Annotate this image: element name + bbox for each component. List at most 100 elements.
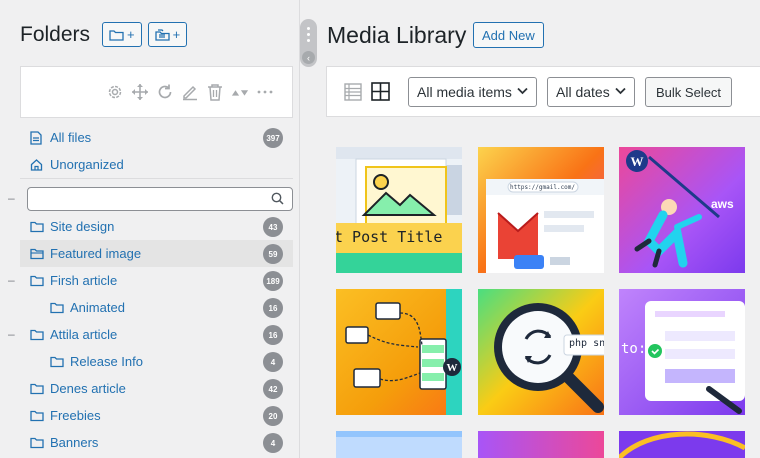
folder-icon bbox=[30, 274, 44, 288]
folder-firsh-article[interactable]: – Firsh article 189 bbox=[8, 267, 293, 294]
folder-animated[interactable]: Animated 16 bbox=[20, 294, 293, 321]
new-subfolder-button[interactable]: + bbox=[147, 22, 188, 47]
svg-text:W: W bbox=[447, 362, 458, 374]
folder-icon bbox=[109, 29, 124, 41]
count-badge: 42 bbox=[263, 379, 283, 399]
folder-label: Denes article bbox=[50, 381, 126, 396]
folder-icon bbox=[30, 382, 44, 396]
media-thumb-row3-1[interactable] bbox=[336, 431, 462, 458]
media-thumb-post-title[interactable]: t Post Title bbox=[336, 147, 462, 273]
collapse-toggle[interactable]: – bbox=[8, 328, 16, 340]
trash-icon[interactable] bbox=[206, 83, 224, 101]
count-badge: 397 bbox=[263, 128, 283, 148]
edit-icon[interactable] bbox=[181, 83, 199, 101]
media-thumb-gmail[interactable]: https://gmail.com/ bbox=[478, 147, 604, 273]
count-badge: 4 bbox=[263, 352, 283, 372]
folders-title: Folders bbox=[20, 22, 91, 46]
document-icon bbox=[30, 130, 44, 145]
folder-icon bbox=[30, 220, 44, 234]
grid-view-icon[interactable] bbox=[371, 82, 390, 106]
folder-label: Banners bbox=[50, 435, 99, 450]
folder-all-files[interactable]: All files 397 bbox=[20, 124, 293, 151]
folder-label: Featured image bbox=[50, 246, 142, 261]
list-view-icon[interactable] bbox=[344, 83, 362, 106]
count-badge: 59 bbox=[263, 244, 283, 264]
count-badge: 16 bbox=[263, 325, 283, 345]
new-folder-button[interactable]: + bbox=[102, 22, 142, 47]
svg-text:W: W bbox=[631, 154, 644, 169]
thumb-caption: t Post Title bbox=[336, 228, 443, 246]
home-icon bbox=[30, 158, 44, 172]
folder-site-design[interactable]: Site design 43 bbox=[20, 213, 293, 240]
folder-unorganized[interactable]: Unorganized bbox=[20, 151, 293, 178]
sort-icon[interactable] bbox=[231, 83, 249, 101]
folder-search-input[interactable] bbox=[27, 187, 293, 211]
media-thumb-row3-2[interactable] bbox=[478, 431, 604, 458]
media-date-select[interactable]: All dates bbox=[547, 77, 635, 107]
folder-denes-article[interactable]: Denes article 42 bbox=[20, 375, 293, 402]
folder-icon bbox=[50, 355, 64, 369]
handle-dot bbox=[307, 26, 310, 30]
media-thumb-form[interactable]: to: bbox=[619, 289, 745, 415]
media-thumb-aws[interactable]: W aws bbox=[619, 147, 745, 273]
collapse-toggle[interactable]: – bbox=[8, 191, 15, 205]
folder-freebies[interactable]: Freebies 20 bbox=[20, 402, 293, 429]
add-new-button[interactable]: Add New bbox=[473, 22, 544, 48]
search-icon[interactable] bbox=[271, 192, 284, 210]
media-thumb-row3-3[interactable] bbox=[619, 431, 745, 458]
handle-dot bbox=[307, 32, 310, 36]
folder-featured-image[interactable]: Featured image 59 bbox=[20, 240, 293, 267]
new-subfolder-plus: + bbox=[172, 27, 181, 42]
page-title: Media Library bbox=[327, 22, 467, 48]
folder-attila-article[interactable]: – Attila article 16 bbox=[8, 321, 293, 348]
thumb-image: W bbox=[336, 289, 462, 415]
folder-label: Attila article bbox=[50, 327, 118, 342]
bulk-select-button[interactable]: Bulk Select bbox=[645, 77, 733, 107]
folder-toolbar bbox=[20, 66, 293, 118]
media-filter-bar: All media items All dates Bulk Select bbox=[326, 66, 760, 117]
folder-label: Release Info bbox=[70, 354, 143, 369]
folder-icon bbox=[30, 409, 44, 423]
count-badge: 16 bbox=[263, 298, 283, 318]
folder-label: Site design bbox=[50, 219, 115, 234]
count-badge: 20 bbox=[263, 406, 283, 426]
media-type-select[interactable]: All media items bbox=[408, 77, 537, 107]
panel-resize-handle[interactable]: ‹ bbox=[300, 19, 317, 67]
handle-dot bbox=[307, 38, 310, 42]
thumb-url: https://gmail.com/ bbox=[510, 184, 576, 191]
folder-icon bbox=[30, 328, 44, 342]
folders-header: Folders + + bbox=[20, 22, 193, 47]
folder-icon bbox=[50, 301, 64, 315]
refresh-icon[interactable] bbox=[156, 83, 174, 101]
count-badge: 4 bbox=[263, 433, 283, 453]
folder-release-info[interactable]: Release Info 4 bbox=[20, 348, 293, 375]
media-thumb-workflow[interactable]: W bbox=[336, 289, 462, 415]
gear-icon[interactable] bbox=[106, 83, 124, 101]
media-date-value: All dates bbox=[556, 84, 610, 100]
media-thumb-php[interactable]: php sn bbox=[478, 289, 604, 415]
thumb-image bbox=[336, 147, 462, 273]
tree-divider bbox=[20, 178, 293, 179]
thumb-aws-label: aws bbox=[711, 197, 734, 211]
thumb-to-label: to: bbox=[621, 341, 647, 357]
move-icon[interactable] bbox=[131, 83, 149, 101]
folder-label: Animated bbox=[70, 300, 125, 315]
folder-icon bbox=[30, 436, 44, 450]
thumb-php-label: php sn bbox=[569, 338, 604, 349]
collapse-toggle[interactable]: – bbox=[8, 274, 16, 286]
folder-stack-icon bbox=[154, 28, 170, 41]
folder-label: All files bbox=[50, 130, 92, 145]
count-badge: 43 bbox=[263, 217, 283, 237]
folder-search-row: – bbox=[8, 183, 293, 213]
folder-banners[interactable]: Banners 4 bbox=[20, 429, 293, 456]
thumb-image bbox=[478, 147, 604, 273]
thumb-image bbox=[619, 431, 745, 458]
thumb-image bbox=[336, 431, 462, 458]
folder-label: Unorganized bbox=[50, 157, 124, 172]
chevron-down-icon bbox=[517, 87, 528, 95]
chevron-down-icon bbox=[615, 87, 626, 95]
thumb-image bbox=[478, 289, 604, 415]
chevron-left-icon[interactable]: ‹ bbox=[302, 51, 315, 64]
more-icon[interactable] bbox=[256, 83, 274, 101]
folder-label: Freebies bbox=[50, 408, 101, 423]
